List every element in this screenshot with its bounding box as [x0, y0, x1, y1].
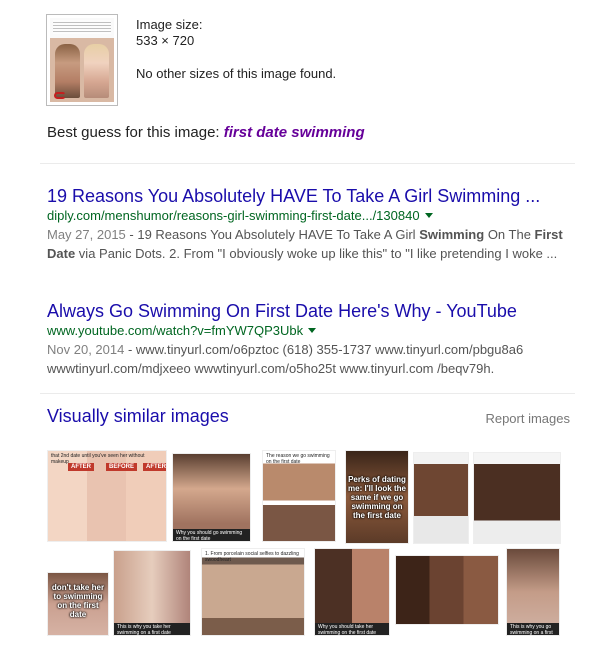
- image-caption: The reason we go swimming on the first d…: [266, 453, 330, 465]
- result-title-link[interactable]: 19 Reasons You Absolutely HAVE To Take A…: [47, 185, 572, 207]
- divider: [40, 163, 575, 164]
- image-size-value: 533 × 720: [136, 33, 195, 48]
- similar-image[interactable]: that 2nd date until you've seen her with…: [47, 450, 167, 542]
- report-images-link[interactable]: Report images: [485, 411, 570, 426]
- similar-image[interactable]: This is why you take her swimming on a f…: [113, 550, 191, 636]
- best-guess-label: Best guess for this image:: [47, 124, 224, 141]
- divider: [40, 393, 575, 394]
- similar-image[interactable]: Why you should go swimming on the first …: [172, 453, 251, 542]
- image-caption: 1. From porcelain social selfies to dazz…: [205, 551, 299, 563]
- best-guess: Best guess for this image: first date sw…: [47, 124, 365, 141]
- image-tag: BEFORE: [106, 463, 138, 471]
- thumbnail-face-left: [55, 44, 80, 98]
- url-menu-caret-icon[interactable]: [308, 328, 317, 333]
- result-url: www.youtube.com/watch?v=fmYW7QP3Ubk: [47, 322, 572, 340]
- similar-image[interactable]: don't take her to swimming on the first …: [47, 572, 109, 636]
- result-snippet: Nov 20, 2014 - www.tinyurl.com/o6pztoc (…: [47, 340, 572, 378]
- thumbnail-face-right: [84, 44, 109, 98]
- no-other-sizes-text: No other sizes of this image found.: [136, 66, 337, 81]
- search-result: Always Go Swimming On First Date Here's …: [47, 300, 572, 378]
- best-guess-link[interactable]: first date swimming: [224, 124, 365, 141]
- similar-image[interactable]: This is why you go swimming on a first d…: [506, 548, 560, 636]
- image-caption: don't take her to swimming on the first …: [51, 583, 105, 619]
- thumbnail-caption-lines: [53, 20, 111, 34]
- source-image-thumbnail[interactable]: [46, 14, 118, 106]
- snippet-text: On The: [484, 227, 535, 242]
- image-tag: AFTER: [143, 463, 166, 471]
- similar-image[interactable]: Why you should take her swimming on the …: [314, 548, 390, 636]
- search-result: 19 Reasons You Absolutely HAVE To Take A…: [47, 185, 572, 263]
- result-date: May 27, 2015: [47, 227, 126, 242]
- result-title-link[interactable]: Always Go Swimming On First Date Here's …: [47, 300, 572, 322]
- result-snippet: May 27, 2015 - 19 Reasons You Absolutely…: [47, 225, 572, 263]
- source-image: [50, 18, 114, 102]
- url-menu-caret-icon[interactable]: [424, 213, 433, 218]
- similar-image[interactable]: The reason we go swimming on the first d…: [262, 450, 336, 542]
- image-caption: Why you should go swimming on the first …: [173, 529, 250, 541]
- image-caption: This is why you go swimming on a first d…: [507, 623, 559, 635]
- snippet-text: via Panic Dots. 2. From "I obviously wok…: [75, 246, 558, 261]
- similar-image[interactable]: Perks of dating me: I'll look the same i…: [345, 450, 409, 544]
- image-caption: Why you should take her swimming on the …: [315, 623, 389, 635]
- similar-image[interactable]: [395, 555, 499, 625]
- result-url: diply.com/menshumor/reasons-girl-swimmin…: [47, 207, 572, 225]
- snippet-highlight: Swimming: [419, 227, 485, 242]
- result-url-text: diply.com/menshumor/reasons-girl-swimmin…: [47, 208, 420, 223]
- image-caption: This is why you take her swimming on a f…: [114, 623, 190, 635]
- result-url-text: www.youtube.com/watch?v=fmYW7QP3Ubk: [47, 323, 304, 338]
- result-date: Nov 20, 2014: [47, 342, 125, 357]
- visually-similar-heading[interactable]: Visually similar images: [47, 406, 229, 427]
- similar-image[interactable]: 1. From porcelain social selfies to dazz…: [201, 548, 305, 636]
- similar-image[interactable]: [413, 452, 469, 544]
- similar-image[interactable]: [473, 452, 561, 544]
- snippet-text: - 19 Reasons You Absolutely HAVE To Take…: [125, 227, 420, 242]
- diply-logo-icon: [54, 92, 66, 99]
- image-tag: AFTER: [68, 463, 94, 471]
- image-size-label: Image size:: [136, 17, 203, 32]
- image-caption: Perks of dating me: I'll look the same i…: [348, 475, 406, 520]
